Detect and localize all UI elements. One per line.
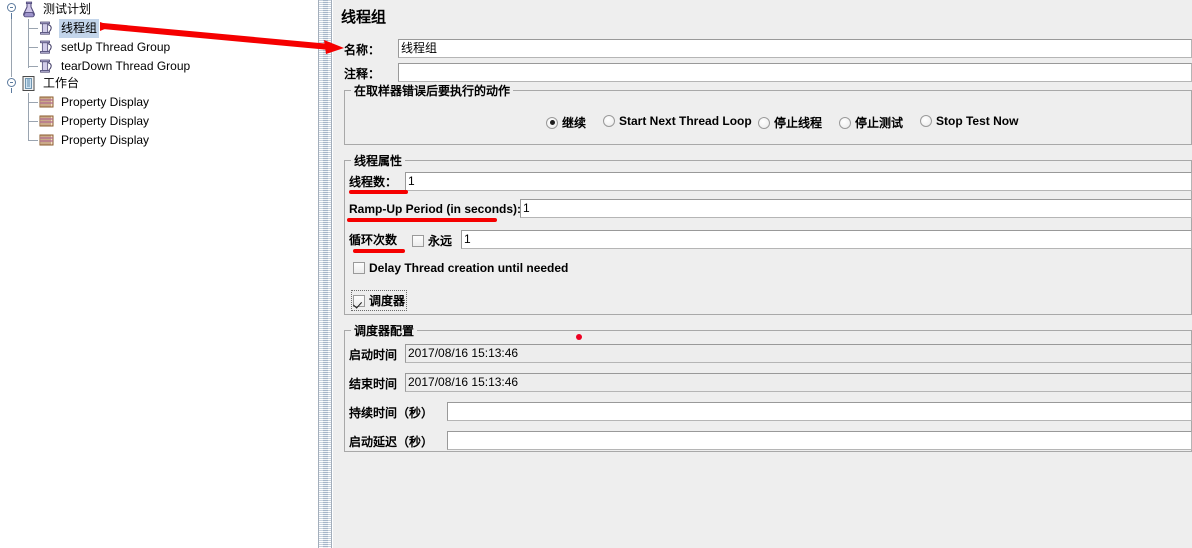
jmeter-window: 测试计划 线程组 setUp Thread Group tearDown Thr… xyxy=(0,0,1192,548)
error-action-group-title: 在取样器错误后要执行的动作 xyxy=(351,85,514,97)
radio-stop-test-now[interactable]: Stop Test Now xyxy=(920,114,1018,128)
tree-item-label: Property Display xyxy=(61,133,150,147)
tree-item-label: 线程组 xyxy=(59,19,100,38)
panel-splitter[interactable] xyxy=(318,0,332,548)
tree-item-workbench[interactable]: 工作台 xyxy=(20,74,81,93)
delay-thread-creation-checkbox[interactable]: Delay Thread creation until needed xyxy=(353,261,568,275)
radio-label: Stop Test Now xyxy=(936,114,1019,128)
radio-indicator[interactable] xyxy=(758,116,770,129)
tree-item-test-plan[interactable]: 测试计划 xyxy=(20,0,93,19)
splitter-grip[interactable] xyxy=(323,0,328,548)
radio-start-next-thread-loop[interactable]: Start Next Thread Loop xyxy=(603,114,752,128)
tree-connector-h-5 xyxy=(28,121,38,122)
tree-connector-h-3 xyxy=(28,66,38,67)
startup-delay-label: 启动延迟（秒） xyxy=(349,435,434,449)
page-title: 线程组 xyxy=(341,9,387,26)
radio-label: 停止线程 xyxy=(774,116,823,130)
duration-input[interactable] xyxy=(447,402,1192,421)
ramp-up-label: Ramp-Up Period (in seconds): xyxy=(349,202,522,216)
radio-stop-thread[interactable]: 停止线程 xyxy=(758,114,822,131)
radio-stop-test[interactable]: 停止测试 xyxy=(839,114,903,131)
tree-connector-h-1 xyxy=(28,28,38,29)
tree-connector-h-2 xyxy=(28,47,38,48)
loop-count-input[interactable]: 1 xyxy=(461,230,1192,249)
checkbox-indicator[interactable] xyxy=(353,294,365,307)
scheduler-config-group-title: 调度器配置 xyxy=(351,325,418,337)
radio-label: 停止测试 xyxy=(855,116,904,130)
tree-item-property-display[interactable]: Property Display xyxy=(38,93,151,112)
ramp-up-input[interactable]: 1 xyxy=(520,199,1192,218)
radio-label: Start Next Thread Loop xyxy=(619,114,752,128)
tree-item-property-display[interactable]: Property Display xyxy=(38,112,151,131)
radio-indicator[interactable] xyxy=(839,116,851,129)
duration-label: 持续时间（秒） xyxy=(349,406,434,420)
tree-item-setup-thread-group[interactable]: setUp Thread Group xyxy=(38,38,172,57)
end-time-label: 结束时间 xyxy=(349,377,398,391)
property-display-icon xyxy=(38,113,56,130)
name-input[interactable]: 线程组 xyxy=(398,39,1192,58)
num-threads-label: 线程数： xyxy=(349,175,398,189)
start-time-label: 启动时间 xyxy=(349,348,398,362)
checkbox-label: 永远 xyxy=(428,234,453,248)
radio-continue[interactable]: 继续 xyxy=(546,114,586,131)
annotation-red-dot xyxy=(576,334,582,340)
checkbox-label: 调度器 xyxy=(369,294,406,308)
thread-properties-group-title: 线程属性 xyxy=(351,155,406,167)
thread-group-icon xyxy=(38,58,56,75)
annotation-underline-loop-count xyxy=(353,249,405,253)
loop-count-label: 循环次数 xyxy=(349,233,398,247)
start-time-input[interactable]: 2017/08/16 15:13:46 xyxy=(405,344,1192,363)
thread-group-icon xyxy=(38,20,56,37)
tree-expand-handle-workbench[interactable] xyxy=(7,78,16,87)
tree-item-label: 测试计划 xyxy=(43,2,92,16)
comment-input[interactable] xyxy=(398,63,1192,82)
name-label: 名称： xyxy=(344,43,381,57)
test-plan-tree[interactable]: 测试计划 线程组 setUp Thread Group tearDown Thr… xyxy=(0,0,318,548)
tree-item-label: Property Display xyxy=(61,95,150,109)
checkbox-indicator[interactable] xyxy=(412,234,424,247)
tree-expand-handle-test-plan[interactable] xyxy=(7,3,16,12)
radio-indicator[interactable] xyxy=(546,116,558,129)
tree-item-label: 工作台 xyxy=(43,76,80,90)
radio-indicator[interactable] xyxy=(920,115,932,127)
tree-connector-h-4 xyxy=(28,102,38,103)
property-display-icon xyxy=(38,94,56,111)
radio-label: 继续 xyxy=(562,116,587,130)
radio-indicator[interactable] xyxy=(603,115,615,127)
tree-connector-h-6 xyxy=(28,140,38,141)
flask-icon xyxy=(20,1,38,18)
checkbox-label: Delay Thread creation until needed xyxy=(369,261,569,275)
tree-connector-vertical-threads xyxy=(28,19,29,68)
tree-stem-workbench xyxy=(11,88,12,93)
tree-item-label: Property Display xyxy=(61,114,150,128)
forever-checkbox[interactable]: 永远 xyxy=(412,232,452,249)
startup-delay-input[interactable] xyxy=(447,431,1192,450)
comment-label: 注释： xyxy=(344,67,381,81)
tree-item-thread-group[interactable]: 线程组 xyxy=(38,19,100,38)
annotation-underline-ramp-up xyxy=(347,218,497,222)
annotation-underline-num-threads xyxy=(349,190,408,194)
scheduler-checkbox[interactable]: 调度器 xyxy=(350,290,408,311)
tree-item-label: setUp Thread Group xyxy=(61,40,171,54)
checkbox-indicator[interactable] xyxy=(353,262,365,274)
workbench-icon xyxy=(20,75,38,92)
thread-group-icon xyxy=(38,39,56,56)
tree-item-property-display[interactable]: Property Display xyxy=(38,131,151,150)
thread-group-editor: 线程组 名称： 线程组 注释： 在取样器错误后要执行的动作 继续 Start N… xyxy=(333,0,1192,548)
end-time-input[interactable]: 2017/08/16 15:13:46 xyxy=(405,373,1192,392)
tree-connector-vertical-workbench xyxy=(28,93,29,141)
tree-connector-vertical-root xyxy=(11,19,12,77)
num-threads-input[interactable]: 1 xyxy=(405,172,1192,191)
property-display-icon xyxy=(38,132,56,149)
